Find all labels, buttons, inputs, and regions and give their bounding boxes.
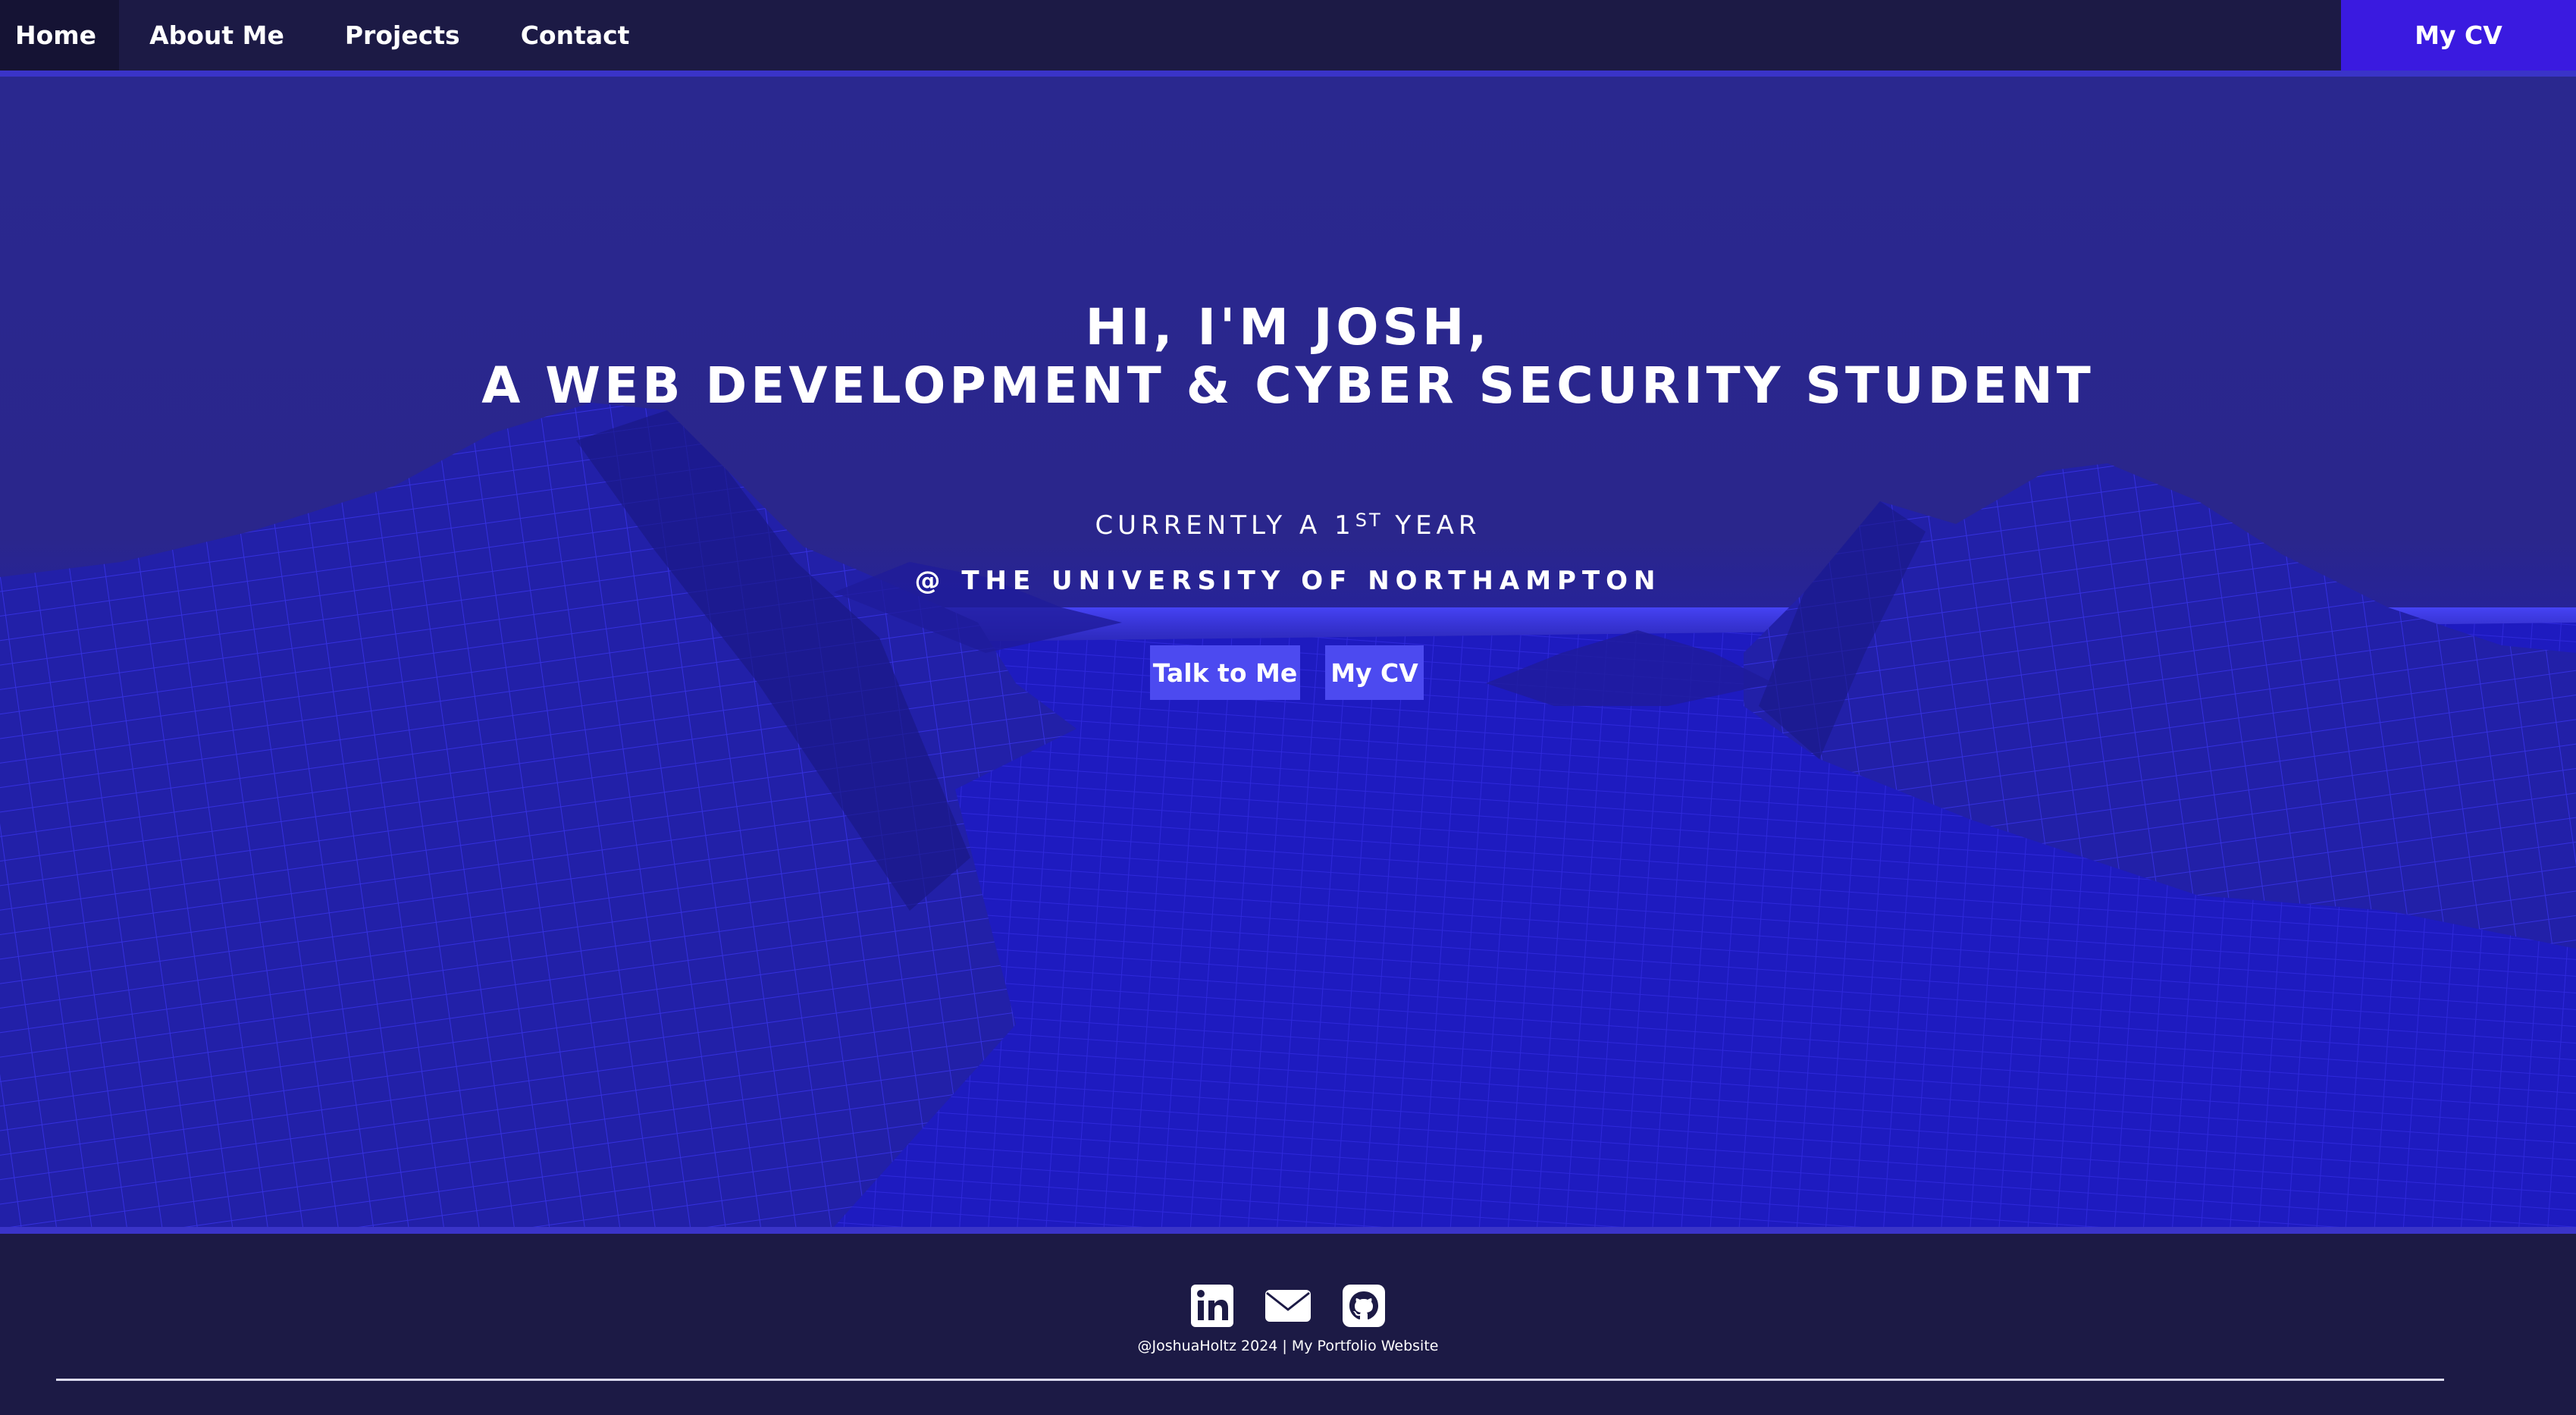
linkedin-icon[interactable] [1189, 1283, 1235, 1329]
portfolio-page: Home About Me Projects Contact My CV HI,… [0, 0, 2576, 1415]
nav-contact-link[interactable]: Contact [490, 0, 660, 71]
year-prefix: CURRENTLY A 1 [1095, 510, 1355, 541]
nav-about-link[interactable]: About Me [119, 0, 315, 71]
nav-projects-link[interactable]: Projects [315, 0, 490, 71]
hero-title-line1: HI, I'M JOSH, [1085, 298, 1491, 356]
year-suffix: YEAR [1382, 510, 1481, 541]
top-navbar: Home About Me Projects Contact My CV [0, 0, 2576, 77]
hero-title-line2: A WEB DEVELOPMENT & CYBER SECURITY STUDE… [481, 356, 2095, 415]
year-ordinal: ST [1355, 510, 1383, 531]
talk-to-me-button[interactable]: Talk to Me [1150, 645, 1300, 700]
footer-divider [56, 1379, 2444, 1381]
email-icon[interactable] [1265, 1283, 1311, 1329]
copyright-text: @JoshuaHoltz 2024 | My Portfolio Website [1137, 1338, 1439, 1354]
hero-cv-button[interactable]: My CV [1325, 645, 1424, 700]
nav-home-link[interactable]: Home [0, 0, 120, 71]
github-icon[interactable] [1341, 1283, 1387, 1329]
hero-subtitle-year: CURRENTLY A 1ST YEAR [0, 510, 2576, 541]
footer: @JoshuaHoltz 2024 | My Portfolio Website [0, 1227, 2576, 1415]
hero-subtitle-university: @ THE UNIVERSITY OF NORTHAMPTON [914, 566, 1662, 596]
nav-links: Home About Me Projects Contact [0, 0, 660, 71]
hero-section: HI, I'M JOSH, A WEB DEVELOPMENT & CYBER … [0, 77, 2576, 1227]
nav-cv-button[interactable]: My CV [2341, 0, 2576, 71]
social-links [0, 1283, 2576, 1329]
